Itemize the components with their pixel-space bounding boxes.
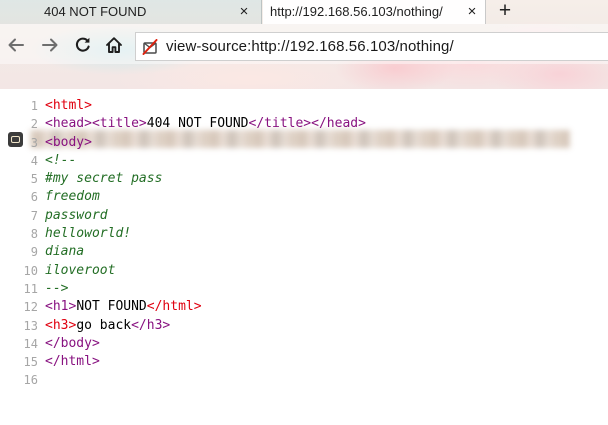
comment-token: freedom [45,189,100,205]
tab-strip: 404 NOT FOUND × http://192.168.56.103/no… [0,0,608,24]
source-line: 7 password [0,207,608,225]
source-line: 4 <!-- [0,152,608,170]
line-number: 4 [30,153,38,168]
tag-token: </body> [45,335,100,351]
new-tab-button[interactable]: + [494,0,516,22]
reload-icon[interactable] [74,36,92,54]
source-line: 12 <h1>NOT FOUND</html> [0,298,608,316]
source-line: 3 <body> [0,134,608,152]
line-code: freedom [45,188,100,206]
line-code: --> [45,280,68,298]
line-number: 2 [30,117,38,132]
source-line: 14 </body> [0,335,608,353]
line-code: <h3>go back</h3> [45,317,170,335]
line-number: 9 [30,245,38,260]
close-icon[interactable]: × [464,4,480,20]
line-number: 7 [30,208,38,223]
comment-token: password [45,207,108,223]
line-code: iloveroot [45,262,115,280]
line-code: password [45,207,108,225]
line-number: 11 [23,281,38,296]
line-number: 3 [30,135,38,150]
tag-token: <title> [91,116,147,132]
tag-token: <body> [45,134,92,150]
source-line: 10 iloveroot [0,262,608,280]
text-token: go back [76,317,132,333]
tab-title: 404 NOT FOUND [44,4,147,19]
tag-token: </h3> [131,317,171,333]
home-icon[interactable] [105,36,123,54]
line-code: <html> [45,97,92,115]
address-bar[interactable]: view-source:http://192.168.56.103/nothin… [135,32,608,61]
bookmarks-bar [0,64,608,148]
tag-token: </html> [45,354,100,370]
tag-token: <html> [45,98,92,113]
line-number: 1 [30,99,38,113]
line-number: 5 [30,172,38,187]
comment-token: helloworld! [45,226,132,242]
tag-token: <h3> [45,317,77,333]
line-code: helloworld! [45,225,131,243]
tab-title: http://192.168.56.103/nothing/ [270,4,443,19]
line-number: 6 [30,190,38,205]
comment-token: diana [45,244,85,260]
not-secure-icon[interactable] [142,39,158,55]
comment-token: iloveroot [45,262,116,278]
source-line: 5 #my secret pass [0,170,608,188]
comment-token: --> [45,280,69,296]
source-line: 9 diana [0,243,608,261]
source-line: 15 </html> [0,353,608,371]
browser-chrome: 404 NOT FOUND × http://192.168.56.103/no… [0,0,608,148]
view-source-code: 1 <html> 2 <head><title>404 NOT FOUND</titl… [0,97,608,390]
line-code: <body> [45,134,92,152]
line-number: 14 [23,336,38,351]
line-code: #my secret pass [45,170,162,188]
back-arrow-icon[interactable] [7,36,25,54]
line-number: 13 [23,318,38,333]
tag-token: <h1> [45,299,77,315]
line-code: </body> [45,335,100,353]
tab-404-not-found[interactable]: 404 NOT FOUND × [0,0,262,24]
source-line: 2 <head><title>404 NOT FOUND</title></hea… [0,115,608,133]
source-line: 8 helloworld! [0,225,608,243]
line-code: <!-- [45,152,76,170]
line-number: 16 [23,373,38,388]
source-line: 16 [0,371,608,389]
text-token: 404 NOT FOUND [146,116,249,132]
line-number: 10 [23,263,38,278]
tag-token: </title> [248,116,312,132]
text-token: NOT FOUND [76,299,147,315]
line-number: 8 [30,227,38,242]
line-number: 12 [23,300,38,315]
forward-arrow-icon[interactable] [41,36,59,54]
source-line: 11 --> [0,280,608,298]
tab-view-source[interactable]: http://192.168.56.103/nothing/ × [263,0,486,24]
line-number: 15 [23,355,38,370]
close-icon[interactable]: × [236,4,252,20]
tag-token: </head> [311,116,366,132]
tag-token: <head> [45,116,92,132]
tag-token: </html> [146,299,202,315]
line-code: <h1>NOT FOUND</html> [45,298,202,316]
comment-token: <!-- [45,152,77,168]
line-code: </html> [45,353,100,371]
source-line: 13 <h3>go back</h3> [0,317,608,335]
url-text[interactable]: view-source:http://192.168.56.103/nothin… [166,38,454,55]
line-code: diana [45,243,84,261]
source-line: 6 freedom [0,188,608,206]
source-line: 1 <html> [0,97,608,115]
comment-token: #my secret pass [45,171,163,187]
line-code: <head><title>404 NOT FOUND</title></head… [45,115,366,133]
